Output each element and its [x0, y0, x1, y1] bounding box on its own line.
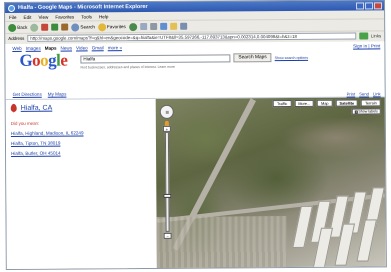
print-button[interactable] [149, 22, 157, 30]
map-lot [156, 216, 287, 268]
history-button[interactable] [128, 22, 137, 31]
maximize-button[interactable] [365, 1, 374, 9]
result-header: Hialfa, CA [10, 103, 151, 112]
stop-button[interactable] [41, 23, 49, 31]
history-icon [128, 22, 137, 31]
favorites-button[interactable]: Favorites [97, 22, 126, 31]
google-maps-logo[interactable]: Google [19, 51, 67, 70]
mail-button[interactable] [139, 23, 147, 31]
get-directions-link[interactable]: Get Directions [13, 92, 42, 97]
nav-web[interactable]: Web [12, 45, 21, 50]
nav-more[interactable]: more » [108, 45, 122, 50]
search-maps-button[interactable]: Search Maps [233, 53, 272, 63]
back-arrow-icon [8, 23, 17, 32]
home-button[interactable] [61, 23, 69, 31]
close-button[interactable] [374, 1, 383, 9]
window-title: Hialfa - Google Maps - Microsoft Interne… [18, 3, 148, 11]
ie-logo-icon [8, 4, 16, 12]
menu-favorites[interactable]: Favorites [55, 14, 74, 19]
messenger-icon [179, 22, 187, 30]
show-labels-toggle[interactable]: Show labels [351, 108, 381, 115]
back-label: Back [17, 24, 28, 30]
search-label: Search [80, 24, 95, 30]
nav-maps: Maps [44, 45, 57, 51]
menu-tools[interactable]: Tools [81, 14, 92, 19]
pan-control[interactable] [159, 104, 174, 119]
folder-icon [169, 22, 177, 30]
send-link[interactable]: Send [359, 91, 369, 96]
go-button[interactable] [358, 32, 369, 40]
browser-window: Hialfa - Google Maps - Microsoft Interne… [4, 0, 387, 270]
search-input[interactable] [80, 53, 231, 63]
did-you-mean-label: Did you mean: [10, 120, 40, 126]
suggestion-link[interactable]: Hialfa, Butler, OH 45014 [11, 150, 151, 156]
links-label[interactable]: Links [371, 33, 381, 38]
my-maps-link[interactable]: My Maps [48, 92, 67, 97]
zoom-slider-thumb[interactable] [163, 193, 172, 198]
print-link[interactable]: Print [347, 92, 356, 97]
minimize-button[interactable] [356, 1, 365, 10]
search-area: Search Maps Show search options Find bus… [80, 53, 308, 70]
favorites-label: Favorites [106, 24, 126, 30]
more-button[interactable]: More... [294, 99, 315, 107]
search-options-link[interactable]: Show search options [275, 55, 308, 59]
nav-images[interactable]: Images [26, 45, 41, 50]
menu-file[interactable]: File [9, 14, 16, 19]
star-icon [97, 22, 106, 31]
map-view-button[interactable]: Map [317, 99, 333, 107]
nav-news[interactable]: News [61, 45, 73, 50]
home-icon [61, 23, 69, 31]
sign-in-link[interactable]: Sign in | Print [353, 43, 380, 48]
refresh-icon [51, 23, 59, 31]
left-nav-links: Get Directions My Maps [13, 92, 67, 97]
map-type-controls: Traffic More... Map Satellite Terrain [272, 99, 381, 108]
menu-edit[interactable]: Edit [23, 14, 31, 19]
window-controls [356, 1, 383, 10]
zoom-slider[interactable] [164, 131, 170, 232]
address-input[interactable]: http://maps.google.com/maps?f=q&hl=en&ge… [27, 32, 357, 42]
satellite-view-button[interactable]: Satellite [335, 99, 359, 107]
map-pin-icon [10, 103, 17, 112]
forward-arrow-icon [30, 23, 39, 32]
menu-help[interactable]: Help [99, 14, 108, 19]
page-content: Web Images Maps News Video Gmail more » … [5, 41, 386, 269]
search-icon [71, 22, 80, 32]
map-links: Print Send Link [347, 91, 381, 96]
traffic-button[interactable]: Traffic [272, 99, 292, 108]
print-icon [149, 22, 157, 30]
address-label: Address [8, 35, 25, 41]
back-button[interactable]: Back [8, 23, 28, 32]
suggestion-link[interactable]: Hialfa, Highland, Madison, IL 62249 [11, 130, 151, 136]
refresh-button[interactable] [51, 23, 59, 31]
search-button[interactable]: Search [71, 22, 95, 32]
suggestion-link[interactable]: Hialfa, Tipton, TN 38019 [11, 140, 151, 146]
search-hint: Find businesses, addresses and places of… [80, 64, 175, 70]
search-row: Search Maps Show search options [80, 53, 308, 64]
menu-view[interactable]: View [38, 14, 48, 19]
show-labels-checkbox[interactable] [354, 110, 358, 114]
link-link[interactable]: Link [373, 91, 381, 96]
forward-button[interactable] [30, 23, 39, 32]
mail-icon [139, 23, 147, 31]
zoom-out-button[interactable]: − [163, 232, 172, 239]
results-panel: Hialfa, CA Did you mean: Hialfa, Highlan… [10, 103, 151, 156]
show-labels-label: Show labels [358, 109, 378, 114]
edit-icon [159, 22, 167, 30]
folder-button[interactable] [169, 22, 177, 30]
result-place-link[interactable]: Hialfa, CA [21, 104, 53, 111]
search-header: Google Search Maps Show search options F… [5, 49, 384, 74]
satellite-map[interactable]: Traffic More... Map Satellite Terrain Sh… [155, 97, 386, 268]
nav-video[interactable]: Video [76, 45, 88, 50]
terrain-view-button[interactable]: Terrain [361, 99, 381, 107]
pan-center-icon [165, 110, 169, 114]
edit-button[interactable] [159, 22, 167, 30]
messenger-button[interactable] [179, 22, 187, 30]
stop-icon [41, 23, 49, 31]
nav-gmail[interactable]: Gmail [92, 45, 104, 50]
